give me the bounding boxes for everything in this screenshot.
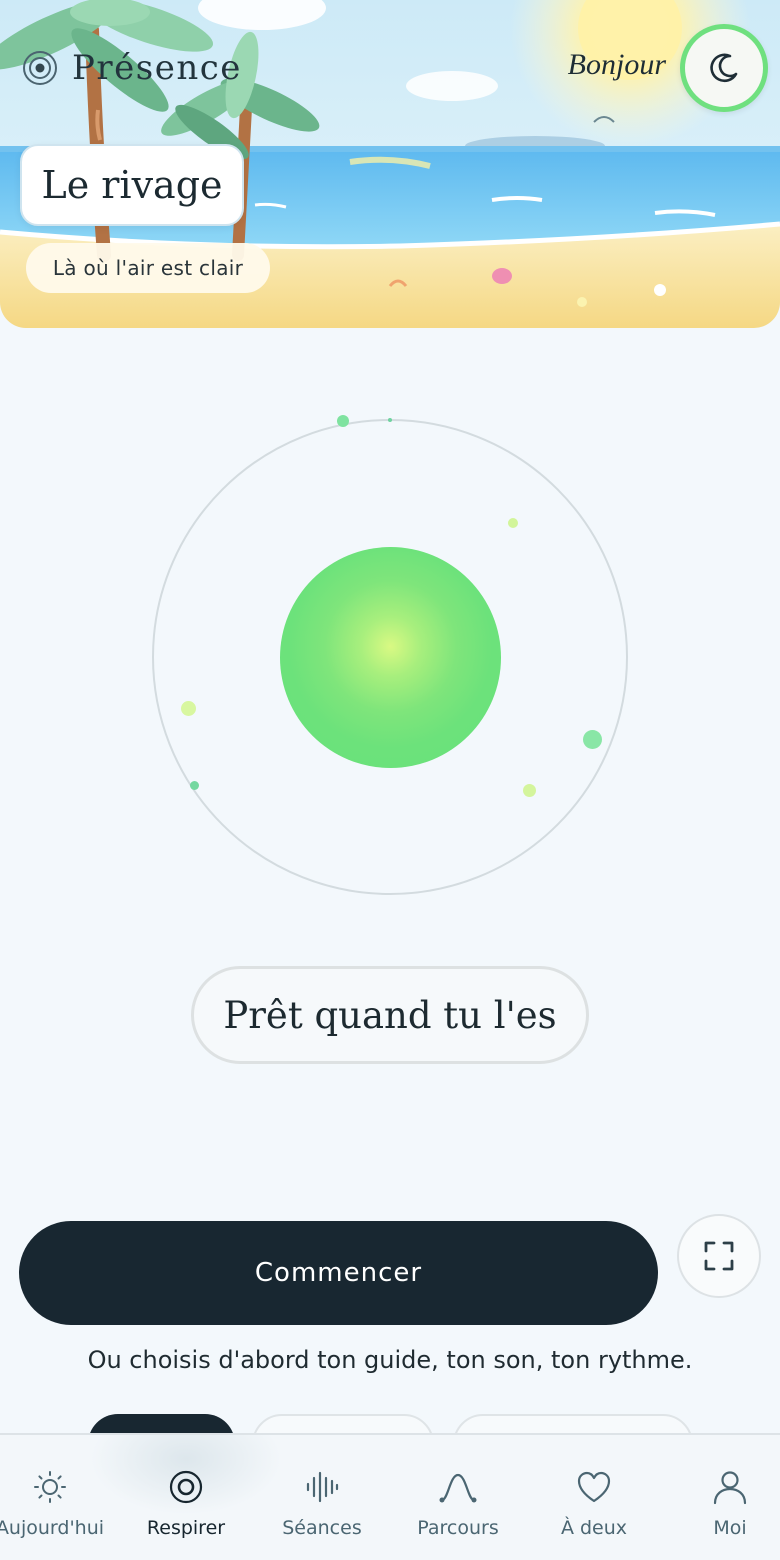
nav-item-a-deux[interactable]: À deux xyxy=(526,1435,662,1560)
phase-label: Prêt quand tu l'es xyxy=(223,993,557,1037)
target-icon xyxy=(169,1470,203,1504)
particle xyxy=(523,784,536,797)
brand-name: Présence xyxy=(72,48,242,88)
particle xyxy=(388,418,392,422)
person-icon xyxy=(713,1471,747,1505)
place-card[interactable]: Le rivage xyxy=(20,144,244,226)
target-logo-icon xyxy=(23,51,57,85)
place-subtitle: Là où l'air est clair xyxy=(52,256,244,280)
nav-item-respirer[interactable]: Respirer xyxy=(118,1435,254,1560)
theme-toggle-button[interactable] xyxy=(680,24,768,112)
fullscreen-button[interactable] xyxy=(677,1214,761,1298)
phase-pill: Prêt quand tu l'es xyxy=(191,966,589,1064)
bottom-nav: Aujourd'hui Respirer Séances Parcours À … xyxy=(0,1433,780,1560)
fullscreen-icon xyxy=(704,1241,734,1271)
breath-core-circle xyxy=(280,547,501,768)
nav-label: Séances xyxy=(282,1517,362,1539)
greeting: Bonjour xyxy=(567,48,666,81)
nav-label: Aujourd'hui xyxy=(0,1517,105,1539)
brand: Présence xyxy=(22,46,242,90)
nav-item-seances[interactable]: Séances xyxy=(254,1435,390,1560)
particle xyxy=(583,730,602,749)
particle xyxy=(181,701,196,716)
nav-label: À deux xyxy=(560,1517,628,1539)
place-subtitle-pill: Là où l'air est clair xyxy=(26,243,270,293)
hint-text: Ou choisis d'abord ton guide, ton son, t… xyxy=(87,1346,693,1374)
nav-label: Parcours xyxy=(417,1517,499,1539)
particle xyxy=(508,518,518,528)
nav-label: Moi xyxy=(713,1517,747,1539)
particle xyxy=(337,415,349,427)
particle xyxy=(190,781,199,790)
place-title: Le rivage xyxy=(41,163,223,207)
start-button[interactable]: Commencer xyxy=(19,1221,658,1325)
path-icon xyxy=(439,1473,477,1503)
nav-item-aujourdhui[interactable]: Aujourd'hui xyxy=(0,1435,118,1560)
waveform-icon xyxy=(306,1471,339,1503)
nav-item-parcours[interactable]: Parcours xyxy=(390,1435,526,1560)
moon-icon xyxy=(710,53,738,83)
sun-icon xyxy=(34,1471,66,1503)
heart-icon xyxy=(577,1471,611,1503)
nav-label: Respirer xyxy=(146,1517,226,1539)
nav-item-moi[interactable]: Moi xyxy=(662,1435,780,1560)
hero-scene: Présence Bonjour Le rivage Là où l'air e… xyxy=(0,0,780,328)
breath-visual[interactable] xyxy=(150,415,630,900)
